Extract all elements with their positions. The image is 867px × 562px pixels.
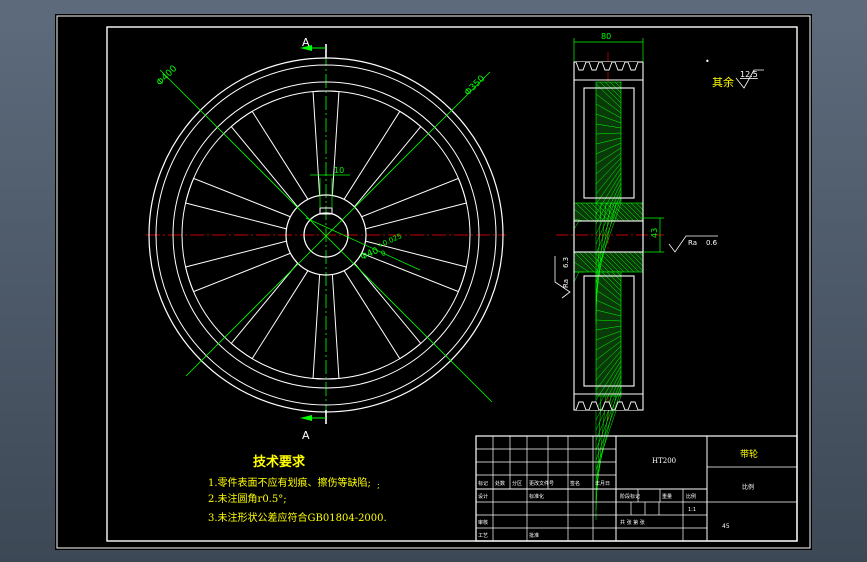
sheet-text: 共 张 第 张 (620, 519, 645, 526)
review-cell-4: 工艺 (478, 533, 488, 539)
tech-stray-mark: ; (377, 481, 380, 490)
unit-label: 比例 (742, 483, 754, 491)
roughness-right-value: 0.6 (706, 239, 718, 247)
section-label-bottom: A (302, 429, 310, 442)
header-cell-5: 签名 (570, 480, 580, 487)
review-cell-2: 标准化 (529, 493, 544, 500)
tech-item-1: 1.零件表面不应有划痕、擦伤等缺陷; (208, 476, 371, 489)
review-cell-5: 批准 (529, 532, 539, 539)
cad-drawing-canvas: A A Φ400 Φ350 10 Φ40 +0.025 0 80 43 Ra 0… (55, 14, 812, 550)
header-cell-1: 标记 (478, 480, 488, 487)
stage-cell-3: 比例 (686, 493, 696, 500)
stage-cell-2: 重量 (662, 493, 672, 500)
stage-cell-1: 阶段标记 (620, 493, 640, 500)
header-cell-3: 分区 (512, 480, 522, 487)
roughness-left-label: Ra (562, 279, 570, 288)
roughness-left-value: 6.3 (562, 257, 570, 268)
scale-value: 1:1 (688, 507, 696, 513)
roughness-note-label: 其余 (712, 75, 734, 89)
tech-title: 技术要求 (253, 454, 306, 470)
review-cell-3: 审核 (478, 519, 488, 526)
part-name: 带轮 (740, 448, 758, 460)
dim-key-depth: 43 (650, 228, 659, 238)
header-cell-4: 更改文件号 (529, 480, 554, 487)
review-cell-1: 设计 (478, 493, 488, 500)
tech-item-2: 2.未注圆角r0.5°; (208, 492, 287, 505)
dim-width: 80 (601, 32, 611, 41)
tech-item-3: 3.未注形状公差应符合GB01804-2000. (208, 511, 387, 524)
roughness-note-value: 12.5 (740, 70, 758, 79)
dim-keyway-width: 10 (334, 166, 344, 175)
stray-dots: • (705, 57, 710, 66)
sheet-number: 45 (722, 523, 730, 530)
roughness-right-label: Ra (688, 239, 697, 247)
section-label-top: A (302, 36, 310, 49)
material-name: HT200 (652, 457, 676, 465)
header-cell-2: 处数 (495, 480, 505, 487)
header-cell-6: 年月日 (595, 480, 610, 487)
